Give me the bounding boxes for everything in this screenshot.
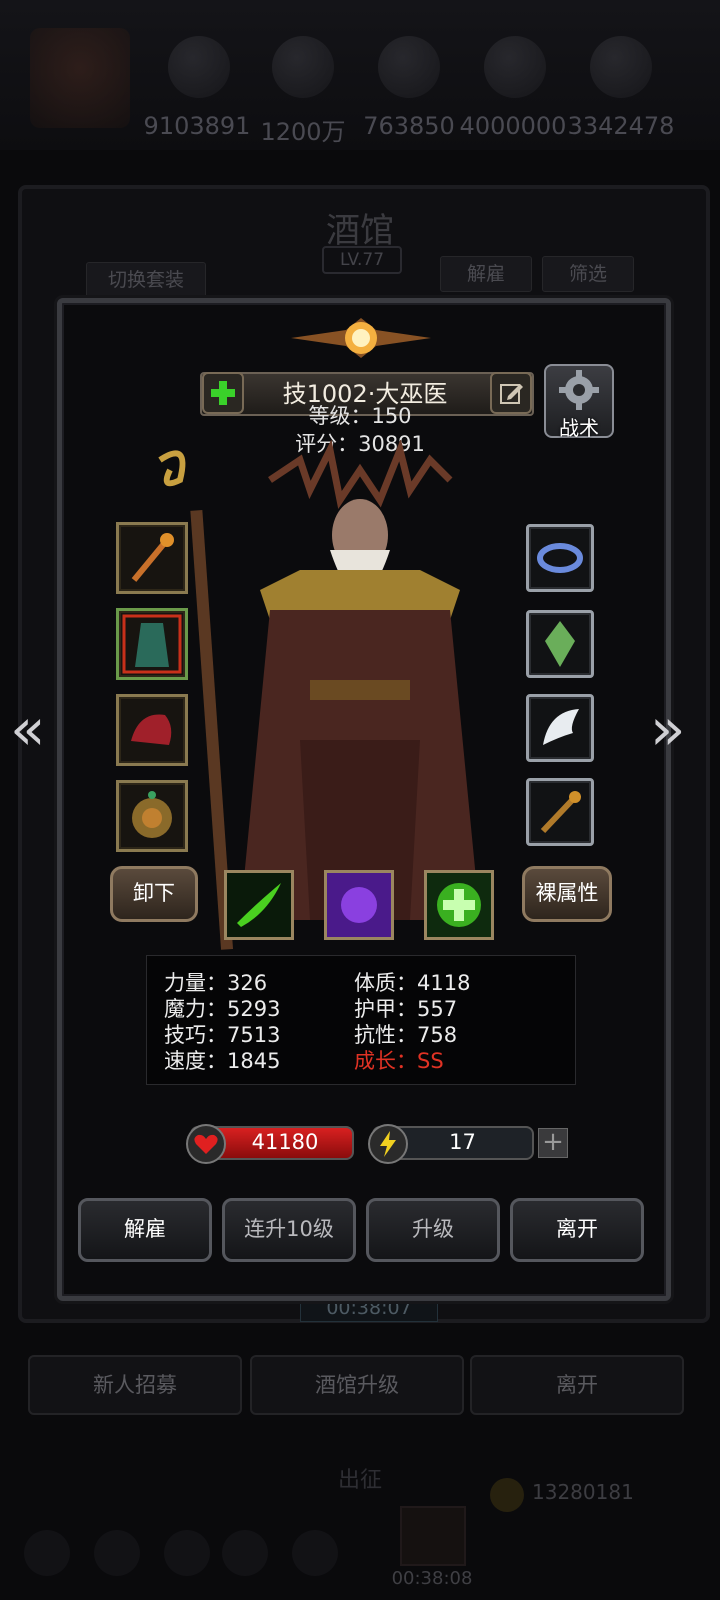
equip-slot-wing[interactable] xyxy=(526,694,594,762)
bg-leave-button[interactable]: 离开 xyxy=(470,1355,684,1415)
dismiss-button[interactable]: 解雇 xyxy=(78,1198,212,1262)
level-up-10-button[interactable]: 连升10级 xyxy=(222,1198,356,1262)
helmet-icon xyxy=(131,714,172,745)
stat-growth: 成长：SS xyxy=(354,1049,444,1073)
unequip-button[interactable]: 卸下 xyxy=(110,866,198,922)
resource-icon-3 xyxy=(378,36,440,98)
heal-skill-icon xyxy=(427,873,491,937)
tavern-level: LV.77 xyxy=(322,246,402,274)
resource-value-5: 3342478 xyxy=(567,112,675,140)
staff-icon xyxy=(131,533,174,582)
stat-resistance: 抗性：758 xyxy=(354,1023,458,1047)
gold-coin-icon xyxy=(490,1478,524,1512)
switch-outfit-button[interactable]: 切换套装 xyxy=(86,262,206,298)
amulet-icon xyxy=(132,791,172,838)
stat-strength: 力量：326 xyxy=(164,971,268,995)
bottom-nav-icon-3[interactable] xyxy=(164,1530,210,1576)
equip-slot-amulet[interactable] xyxy=(116,780,188,852)
green-slash-skill-icon xyxy=(227,873,291,937)
equip-slot-staff[interactable] xyxy=(116,522,188,594)
bg-dismiss-button[interactable]: 解雇 xyxy=(440,256,532,292)
equip-slot-ring[interactable] xyxy=(526,524,594,592)
scepter-icon xyxy=(540,791,581,834)
stat-constitution: 体质：4118 xyxy=(354,971,471,995)
resource-icon-1 xyxy=(168,36,230,98)
naked-attributes-button[interactable]: 裸属性 xyxy=(522,866,612,922)
bottom-nav-icon-5[interactable] xyxy=(292,1530,338,1576)
robe-icon xyxy=(122,614,182,674)
bottom-nav-icon-1[interactable] xyxy=(24,1530,70,1576)
equip-slot-gem[interactable] xyxy=(526,610,594,678)
resource-value-3: 763850 xyxy=(363,112,455,140)
stat-speed: 速度：1845 xyxy=(164,1049,281,1073)
resource-value-2: 1200万 xyxy=(260,118,346,146)
stat-magic: 魔力：5293 xyxy=(164,997,281,1021)
equip-slot-scepter[interactable] xyxy=(526,778,594,846)
resource-value-1: 9103891 xyxy=(143,112,251,140)
skill-slot-1[interactable] xyxy=(224,870,294,940)
skill-slot-2[interactable] xyxy=(324,870,394,940)
level-up-button[interactable]: 升级 xyxy=(366,1198,500,1262)
prev-hero-arrow-icon[interactable]: « xyxy=(10,700,46,758)
equip-slot-helmet[interactable] xyxy=(116,694,188,766)
purple-curse-skill-icon xyxy=(327,873,391,937)
tavern-title: 酒馆 xyxy=(326,211,394,251)
energy-value: 17 xyxy=(449,1130,476,1154)
resource-icon-2 xyxy=(272,36,334,98)
gift-icon[interactable] xyxy=(400,1506,466,1566)
tavern-upgrade-button[interactable]: 酒馆升级 xyxy=(250,1355,464,1415)
equip-slot-robe[interactable] xyxy=(116,608,188,680)
hp-value: 41180 xyxy=(251,1130,319,1154)
bottom-timer: 00:38:08 xyxy=(391,1568,473,1589)
skill-slot-3[interactable] xyxy=(424,870,494,940)
gem-icon xyxy=(545,621,575,667)
stat-skill: 技巧：7513 xyxy=(164,1023,281,1047)
hero-level: 等级：150 xyxy=(308,404,412,428)
bottom-nav-icon-2[interactable] xyxy=(94,1530,140,1576)
wing-icon xyxy=(543,709,579,745)
resource-value-4: 4000000 xyxy=(459,112,567,140)
next-hero-arrow-icon[interactable]: » xyxy=(650,700,686,758)
resource-icon-5 xyxy=(590,36,652,98)
add-energy-button[interactable]: + xyxy=(538,1128,568,1158)
stat-armor: 护甲：557 xyxy=(354,997,458,1021)
resource-icon-4 xyxy=(484,36,546,98)
bottom-nav-icon-4[interactable] xyxy=(222,1530,268,1576)
bottom-gold-value: 13280181 xyxy=(532,1480,634,1504)
bg-filter-button[interactable]: 筛选 xyxy=(542,256,634,292)
player-avatar xyxy=(30,28,130,128)
new-recruit-button[interactable]: 新人招募 xyxy=(28,1355,242,1415)
ring-icon xyxy=(537,543,583,573)
title-emblem-icon xyxy=(291,318,431,358)
leave-button[interactable]: 离开 xyxy=(510,1198,644,1262)
